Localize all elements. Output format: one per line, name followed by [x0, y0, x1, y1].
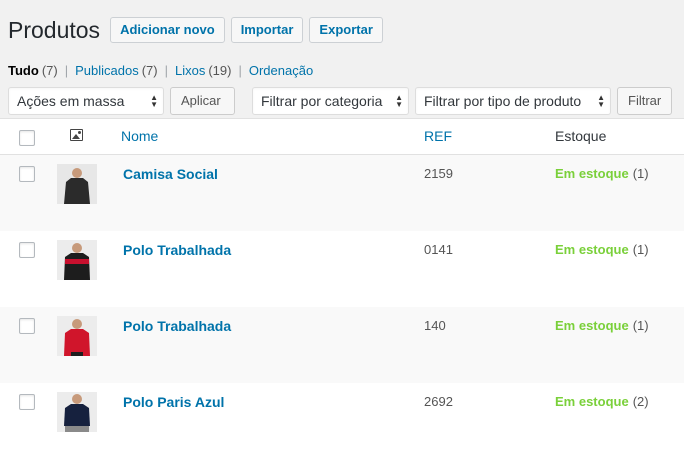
row-checkbox[interactable]: [19, 242, 35, 258]
row-checkbox[interactable]: [19, 394, 35, 410]
stock-count: (2): [632, 394, 649, 409]
table-header: Nome REF Estoque: [0, 119, 684, 155]
table-row: Polo Trabalhada 140 Em estoque (1): [0, 307, 684, 383]
product-name-link[interactable]: Polo Trabalhada: [123, 242, 231, 258]
table-row: Polo Trabalhada 0141 Em estoque (1): [0, 231, 684, 307]
stock-status: Em estoque: [555, 318, 629, 333]
product-thumbnail-image: [57, 240, 97, 280]
product-ref: 140: [424, 318, 446, 333]
filter-button[interactable]: Filtrar: [617, 87, 673, 115]
product-thumbnail[interactable]: [57, 164, 97, 204]
product-ref: 2159: [424, 166, 453, 181]
stock-count: (1): [632, 166, 649, 181]
filter-all[interactable]: Tudo: [8, 63, 39, 78]
filter-trash-count: (19): [208, 63, 232, 78]
product-type-filter-select[interactable]: Filtrar por tipo de produto ▲ ▼: [415, 87, 611, 115]
stock-status: Em estoque: [555, 166, 629, 181]
page-title: Produtos: [8, 17, 101, 43]
row-checkbox[interactable]: [19, 166, 35, 182]
filter-published-count: (7): [141, 63, 158, 78]
select-arrows-icon: ▲ ▼: [597, 93, 605, 109]
product-name-link[interactable]: Polo Paris Azul: [123, 394, 224, 410]
image-icon: [70, 129, 83, 141]
stock-status: Em estoque: [555, 394, 629, 409]
select-arrows-icon: ▲ ▼: [150, 93, 158, 109]
bulk-actions-select[interactable]: Ações em massa ▲ ▼: [8, 87, 164, 115]
product-thumbnail[interactable]: [57, 240, 97, 280]
separator: |: [164, 63, 168, 78]
category-filter-select[interactable]: Filtrar por categoria ▲ ▼: [252, 87, 409, 115]
filter-published[interactable]: Publicados: [75, 63, 139, 78]
apply-button[interactable]: Aplicar: [170, 87, 235, 115]
page-header: Produtos Adicionar novo Importar Exporta…: [8, 16, 389, 44]
product-ref: 2692: [424, 394, 453, 409]
product-thumbnail-image: [57, 316, 97, 356]
product-ref: 0141: [424, 242, 453, 257]
product-name-link[interactable]: Camisa Social: [123, 166, 218, 182]
export-button[interactable]: Exportar: [309, 17, 383, 43]
add-new-button[interactable]: Adicionar novo: [110, 17, 225, 43]
column-name[interactable]: Nome: [121, 128, 158, 144]
stock-status: Em estoque: [555, 242, 629, 257]
column-ref[interactable]: REF: [424, 128, 452, 144]
row-checkbox[interactable]: [19, 318, 35, 334]
select-all-checkbox[interactable]: [19, 130, 35, 146]
filter-sorting[interactable]: Ordenação: [249, 63, 313, 78]
column-stock: Estoque: [555, 128, 607, 144]
product-stock: Em estoque (1): [555, 242, 649, 257]
filter-all-count: (7): [41, 63, 58, 78]
table-nav: Ações em massa ▲ ▼ Aplicar Filtrar por ca…: [8, 87, 673, 115]
product-thumbnail-image: [57, 164, 97, 204]
products-table: Nome REF Estoque Camisa Social 2159 Em e…: [0, 118, 684, 450]
status-filters: Tudo (7) | Publicados (7) | Lixos (19) |…: [8, 63, 313, 78]
select-arrows-icon: ▲ ▼: [395, 93, 403, 109]
import-button[interactable]: Importar: [230, 17, 304, 43]
table-row: Polo Paris Azul 2692 Em estoque (2): [0, 383, 684, 450]
table-row: Camisa Social 2159 Em estoque (1): [0, 155, 684, 231]
product-thumbnail[interactable]: [57, 392, 97, 432]
product-stock: Em estoque (1): [555, 166, 649, 181]
product-stock: Em estoque (2): [555, 394, 649, 409]
product-thumbnail-image: [57, 392, 97, 432]
stock-count: (1): [632, 242, 649, 257]
product-type-filter-value: Filtrar por tipo de produto: [424, 93, 582, 109]
filter-trash[interactable]: Lixos: [175, 63, 205, 78]
bulk-actions-value: Ações em massa: [17, 93, 125, 109]
product-name-link[interactable]: Polo Trabalhada: [123, 318, 231, 334]
stock-count: (1): [632, 318, 649, 333]
product-thumbnail[interactable]: [57, 316, 97, 356]
product-stock: Em estoque (1): [555, 318, 649, 333]
separator: |: [238, 63, 242, 78]
category-filter-value: Filtrar por categoria: [261, 93, 383, 109]
separator: |: [64, 63, 69, 78]
